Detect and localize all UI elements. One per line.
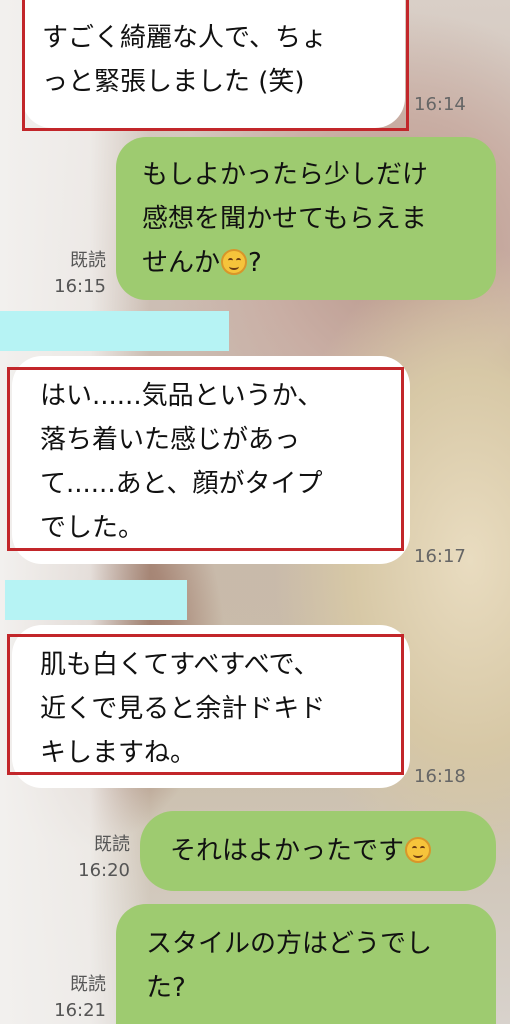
redacted-name-bar <box>5 580 187 620</box>
highlight-box <box>7 634 404 775</box>
message-meta: 既読 16:20 <box>50 832 130 884</box>
message-text-part: もしよかったら少しだけ 感想を聞かせてもらえま せんか <box>142 160 429 278</box>
read-receipt: 既読 <box>70 974 106 995</box>
message-text: もしよかったら少しだけ 感想を聞かせてもらえま せんか? <box>142 153 428 285</box>
message-text: スタイルの方はどうでし た? <box>146 929 433 1003</box>
message-text-part: それはよかったです <box>170 836 405 866</box>
message-bubble-outgoing[interactable]: もしよかったら少しだけ 感想を聞かせてもらえま せんか? <box>116 137 496 300</box>
message-timestamp: 16:20 <box>78 860 130 881</box>
highlight-box <box>7 367 404 551</box>
message-text: それはよかったです <box>170 829 432 873</box>
highlight-box <box>22 0 409 131</box>
message-timestamp: 16:21 <box>54 1000 106 1021</box>
message-timestamp: 16:18 <box>414 766 466 787</box>
read-receipt: 既読 <box>94 834 130 855</box>
smiling-face-icon <box>221 249 248 275</box>
message-bubble-outgoing[interactable]: スタイルの方はどうでし た? <box>116 904 496 1024</box>
message-text-part: ? <box>248 248 262 278</box>
message-timestamp: 16:14 <box>414 94 466 115</box>
message-timestamp: 16:17 <box>414 546 466 567</box>
message-meta: 既読 16:21 <box>30 972 106 1024</box>
message-bubble-outgoing[interactable]: それはよかったです <box>140 811 496 891</box>
message-meta: 既読 16:15 <box>30 248 106 300</box>
message-timestamp: 16:15 <box>54 276 106 297</box>
read-receipt: 既読 <box>70 250 106 271</box>
smiling-face-icon <box>405 837 432 863</box>
redacted-name-bar <box>0 311 229 351</box>
